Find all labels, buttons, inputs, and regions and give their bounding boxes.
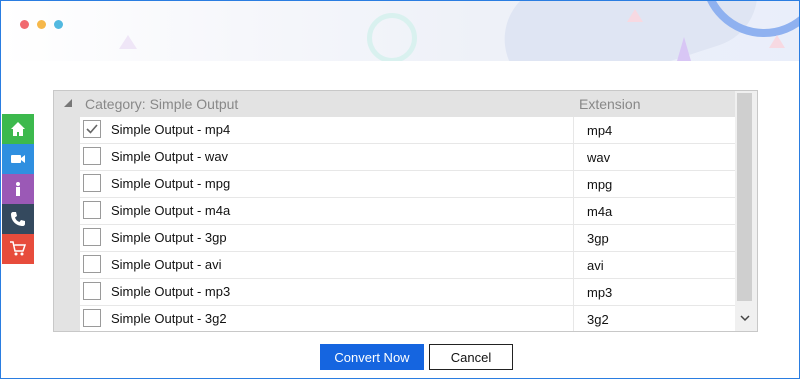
table-row[interactable]: Simple Output - 3g2 3g2 bbox=[80, 306, 735, 331]
row-name: Simple Output - wav bbox=[111, 149, 229, 164]
output-format-grid: Category: Simple Output Extension Simple… bbox=[53, 90, 758, 332]
window-dots bbox=[20, 20, 63, 29]
table-row[interactable]: Simple Output - avi avi bbox=[80, 252, 735, 279]
row-checkbox[interactable] bbox=[83, 120, 101, 138]
vertical-scrollbar[interactable] bbox=[735, 91, 757, 331]
checkmark-icon bbox=[86, 124, 98, 134]
table-row[interactable]: Simple Output - mp3 mp3 bbox=[80, 279, 735, 306]
scrollbar-thumb[interactable] bbox=[737, 93, 752, 301]
row-checkbox[interactable] bbox=[83, 255, 101, 273]
row-extension: m4a bbox=[587, 204, 613, 219]
grid-header: Category: Simple Output Extension bbox=[54, 91, 735, 117]
sidebar-item-home[interactable] bbox=[2, 114, 34, 144]
column-divider bbox=[573, 198, 574, 224]
row-name: Simple Output - mp4 bbox=[111, 122, 231, 137]
red-dot bbox=[20, 20, 29, 29]
decorative-triangle bbox=[119, 35, 137, 49]
extension-column-header[interactable]: Extension bbox=[579, 96, 640, 112]
sidebar-item-cart[interactable] bbox=[2, 234, 34, 264]
app-window: Category: Simple Output Extension Simple… bbox=[0, 0, 800, 379]
table-row[interactable]: Simple Output - m4a m4a bbox=[80, 198, 735, 225]
column-divider bbox=[573, 252, 574, 278]
row-extension: wav bbox=[587, 150, 611, 165]
row-name: Simple Output - mp3 bbox=[111, 284, 231, 299]
table-row[interactable]: Simple Output - mpg mpg bbox=[80, 171, 735, 198]
sidebar-item-info[interactable] bbox=[2, 174, 34, 204]
row-name: Simple Output - 3gp bbox=[111, 230, 227, 245]
row-extension: 3g2 bbox=[587, 312, 609, 327]
collapse-triangle-icon[interactable] bbox=[64, 99, 72, 107]
blue-dot bbox=[54, 20, 63, 29]
row-extension: mpg bbox=[587, 177, 613, 192]
video-camera-icon bbox=[11, 155, 25, 163]
row-extension: mp4 bbox=[587, 123, 613, 138]
row-name: Simple Output - m4a bbox=[111, 203, 231, 218]
info-icon bbox=[16, 182, 20, 196]
row-checkbox[interactable] bbox=[83, 282, 101, 300]
cart-icon bbox=[10, 241, 26, 256]
row-name: Simple Output - avi bbox=[111, 257, 222, 272]
row-indent-column bbox=[54, 117, 80, 331]
row-extension: avi bbox=[587, 258, 604, 273]
yellow-dot bbox=[37, 20, 46, 29]
decorative-triangle bbox=[769, 35, 785, 48]
table-row[interactable]: Simple Output - 3gp 3gp bbox=[80, 225, 735, 252]
sidebar-item-phone[interactable] bbox=[2, 204, 34, 234]
home-icon bbox=[11, 122, 25, 136]
row-checkbox[interactable] bbox=[83, 228, 101, 246]
decorative-triangle bbox=[627, 9, 643, 22]
grid-body: Category: Simple Output Extension Simple… bbox=[54, 91, 735, 331]
column-divider bbox=[573, 279, 574, 305]
row-checkbox[interactable] bbox=[83, 201, 101, 219]
grid-rows: Simple Output - mp4 mp4 Simple Output - wa… bbox=[80, 117, 735, 331]
phone-icon bbox=[11, 212, 25, 226]
column-divider bbox=[573, 225, 574, 251]
column-divider bbox=[573, 144, 574, 170]
column-divider bbox=[573, 117, 574, 143]
sidebar bbox=[2, 114, 34, 264]
chevron-down-icon[interactable] bbox=[740, 313, 750, 323]
table-row[interactable]: Simple Output - mp4 mp4 bbox=[80, 117, 735, 144]
column-divider bbox=[573, 171, 574, 197]
row-name: Simple Output - 3g2 bbox=[111, 311, 227, 326]
row-checkbox[interactable] bbox=[83, 174, 101, 192]
row-checkbox[interactable] bbox=[83, 147, 101, 165]
row-checkbox[interactable] bbox=[83, 309, 101, 327]
header-decoration bbox=[1, 1, 799, 61]
category-header: Category: Simple Output bbox=[85, 96, 239, 112]
row-name: Simple Output - mpg bbox=[111, 176, 231, 191]
row-extension: mp3 bbox=[587, 285, 613, 300]
cancel-button[interactable]: Cancel bbox=[429, 344, 513, 370]
table-row[interactable]: Simple Output - wav wav bbox=[80, 144, 735, 171]
row-extension: 3gp bbox=[587, 231, 609, 246]
column-divider bbox=[573, 306, 574, 331]
sidebar-item-video[interactable] bbox=[2, 144, 34, 174]
convert-now-button[interactable]: Convert Now bbox=[320, 344, 424, 370]
decorative-triangle bbox=[677, 37, 691, 61]
decorative-ring bbox=[367, 13, 417, 61]
